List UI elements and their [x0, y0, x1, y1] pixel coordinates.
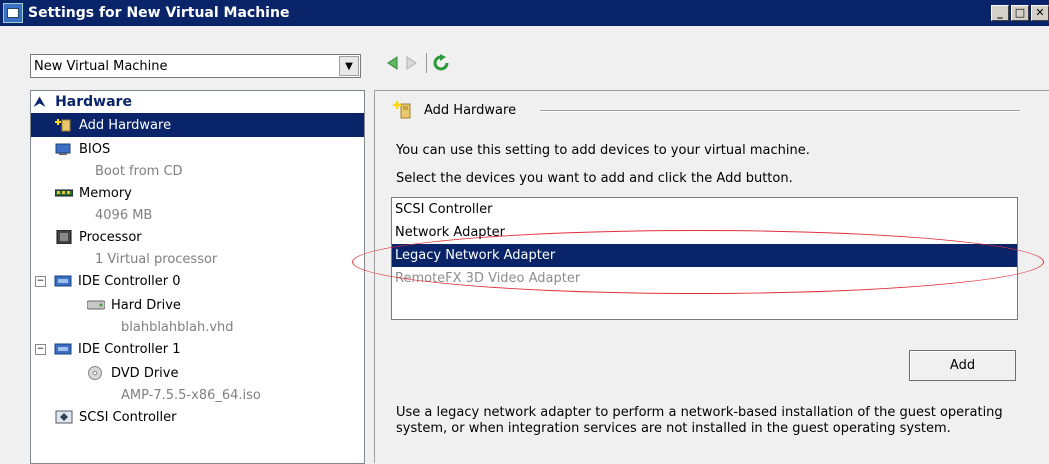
maximize-button[interactable]: □ [1011, 5, 1029, 21]
add-hardware-icon [393, 101, 411, 119]
ide-controller-icon [54, 343, 72, 355]
add-button[interactable]: Add [909, 350, 1016, 381]
tree-item-detail: 1 Virtual processor [95, 251, 218, 267]
tree-section-label: Hardware [55, 94, 132, 110]
hardware-tree: ⮝ Hardware Add Hardware BIOS Boot from C… [30, 90, 365, 464]
tree-item-bios-detail: Boot from CD [31, 161, 364, 181]
vm-selector[interactable]: New Virtual Machine ▼ [30, 54, 361, 78]
processor-icon [56, 230, 72, 244]
device-list[interactable]: SCSI Controller Network Adapter Legacy N… [391, 197, 1018, 320]
minimize-button[interactable]: _ [991, 5, 1009, 21]
tree-item-bios[interactable]: BIOS [31, 137, 364, 161]
tree-item-label: SCSI Controller [79, 409, 177, 425]
chevron-down-icon[interactable]: ▼ [339, 56, 359, 76]
group-header: Add Hardware [392, 100, 516, 120]
collapse-icon[interactable]: ⮝ [34, 95, 45, 110]
hard-drive-icon [87, 300, 105, 310]
close-button[interactable]: ✕ [1031, 5, 1049, 21]
tree-item-hard-drive-detail: blahblahblah.vhd [31, 317, 364, 337]
forward-arrow-icon[interactable] [402, 52, 422, 74]
collapse-toggle-icon[interactable]: − [35, 275, 46, 287]
tree-item-scsi-controller[interactable]: SCSI Controller [31, 405, 364, 429]
back-arrow-icon[interactable] [382, 52, 402, 74]
tree-item-memory-detail: 4096 MB [31, 205, 364, 225]
description-line-2: Select the devices you want to add and c… [396, 171, 793, 186]
device-option-legacy-network-adapter[interactable]: Legacy Network Adapter [392, 244, 1017, 267]
vm-selector-value: New Virtual Machine [34, 58, 168, 74]
tree-item-detail: blahblahblah.vhd [121, 319, 234, 335]
tree-item-processor-detail: 1 Virtual processor [31, 249, 364, 269]
tree-item-label: IDE Controller 1 [78, 341, 181, 357]
description-line-1: You can use this setting to add devices … [396, 143, 810, 158]
tree-item-detail: Boot from CD [95, 163, 183, 179]
toolbar-separator [426, 53, 427, 73]
tree-section-hardware[interactable]: ⮝ Hardware [31, 91, 364, 113]
tree-item-label: Memory [79, 185, 132, 201]
tree-item-memory[interactable]: Memory [31, 181, 364, 205]
device-option-network-adapter[interactable]: Network Adapter [392, 221, 1017, 244]
help-text: Use a legacy network adapter to perform … [396, 405, 1003, 436]
add-hardware-icon [55, 119, 71, 132]
memory-icon [55, 189, 73, 197]
tree-item-label: Processor [79, 229, 142, 245]
scsi-controller-icon [55, 410, 73, 424]
device-option-scsi-controller[interactable]: SCSI Controller [392, 198, 1017, 221]
tree-item-detail: 4096 MB [95, 207, 153, 223]
tree-item-label: Add Hardware [79, 117, 172, 133]
dvd-drive-icon [88, 366, 102, 380]
tree-item-detail: AMP-7.5.5-x86_64.iso [121, 387, 261, 403]
tree-item-dvd-drive[interactable]: DVD Drive [31, 361, 364, 385]
tree-item-hard-drive[interactable]: Hard Drive [31, 293, 364, 317]
navigation-toolbar [382, 52, 451, 74]
bios-icon [55, 143, 71, 155]
refresh-icon[interactable] [431, 52, 451, 74]
tree-item-ide-controller-1[interactable]: − IDE Controller 1 [31, 337, 364, 361]
tree-item-label: DVD Drive [111, 365, 179, 381]
group-divider [540, 110, 1020, 112]
device-option-remotefx-3d-video-adapter: RemoteFX 3D Video Adapter [395, 271, 581, 286]
window-title: Settings for New Virtual Machine [28, 5, 290, 21]
window-controls: _ □ ✕ [991, 5, 1049, 21]
tree-item-label: IDE Controller 0 [78, 273, 181, 289]
group-title: Add Hardware [424, 102, 517, 118]
title-bar: Settings for New Virtual Machine _ □ ✕ [0, 0, 1049, 26]
tree-item-dvd-drive-detail: AMP-7.5.5-x86_64.iso [31, 385, 364, 405]
tree-item-label: Hard Drive [111, 297, 181, 313]
ide-controller-icon [54, 275, 72, 287]
tree-item-add-hardware[interactable]: Add Hardware [31, 113, 364, 137]
tree-item-processor[interactable]: Processor [31, 225, 364, 249]
tree-item-ide-controller-0[interactable]: − IDE Controller 0 [31, 269, 364, 293]
collapse-toggle-icon[interactable]: − [35, 343, 46, 355]
tree-item-label: BIOS [79, 141, 111, 157]
settings-window-icon [3, 3, 23, 23]
